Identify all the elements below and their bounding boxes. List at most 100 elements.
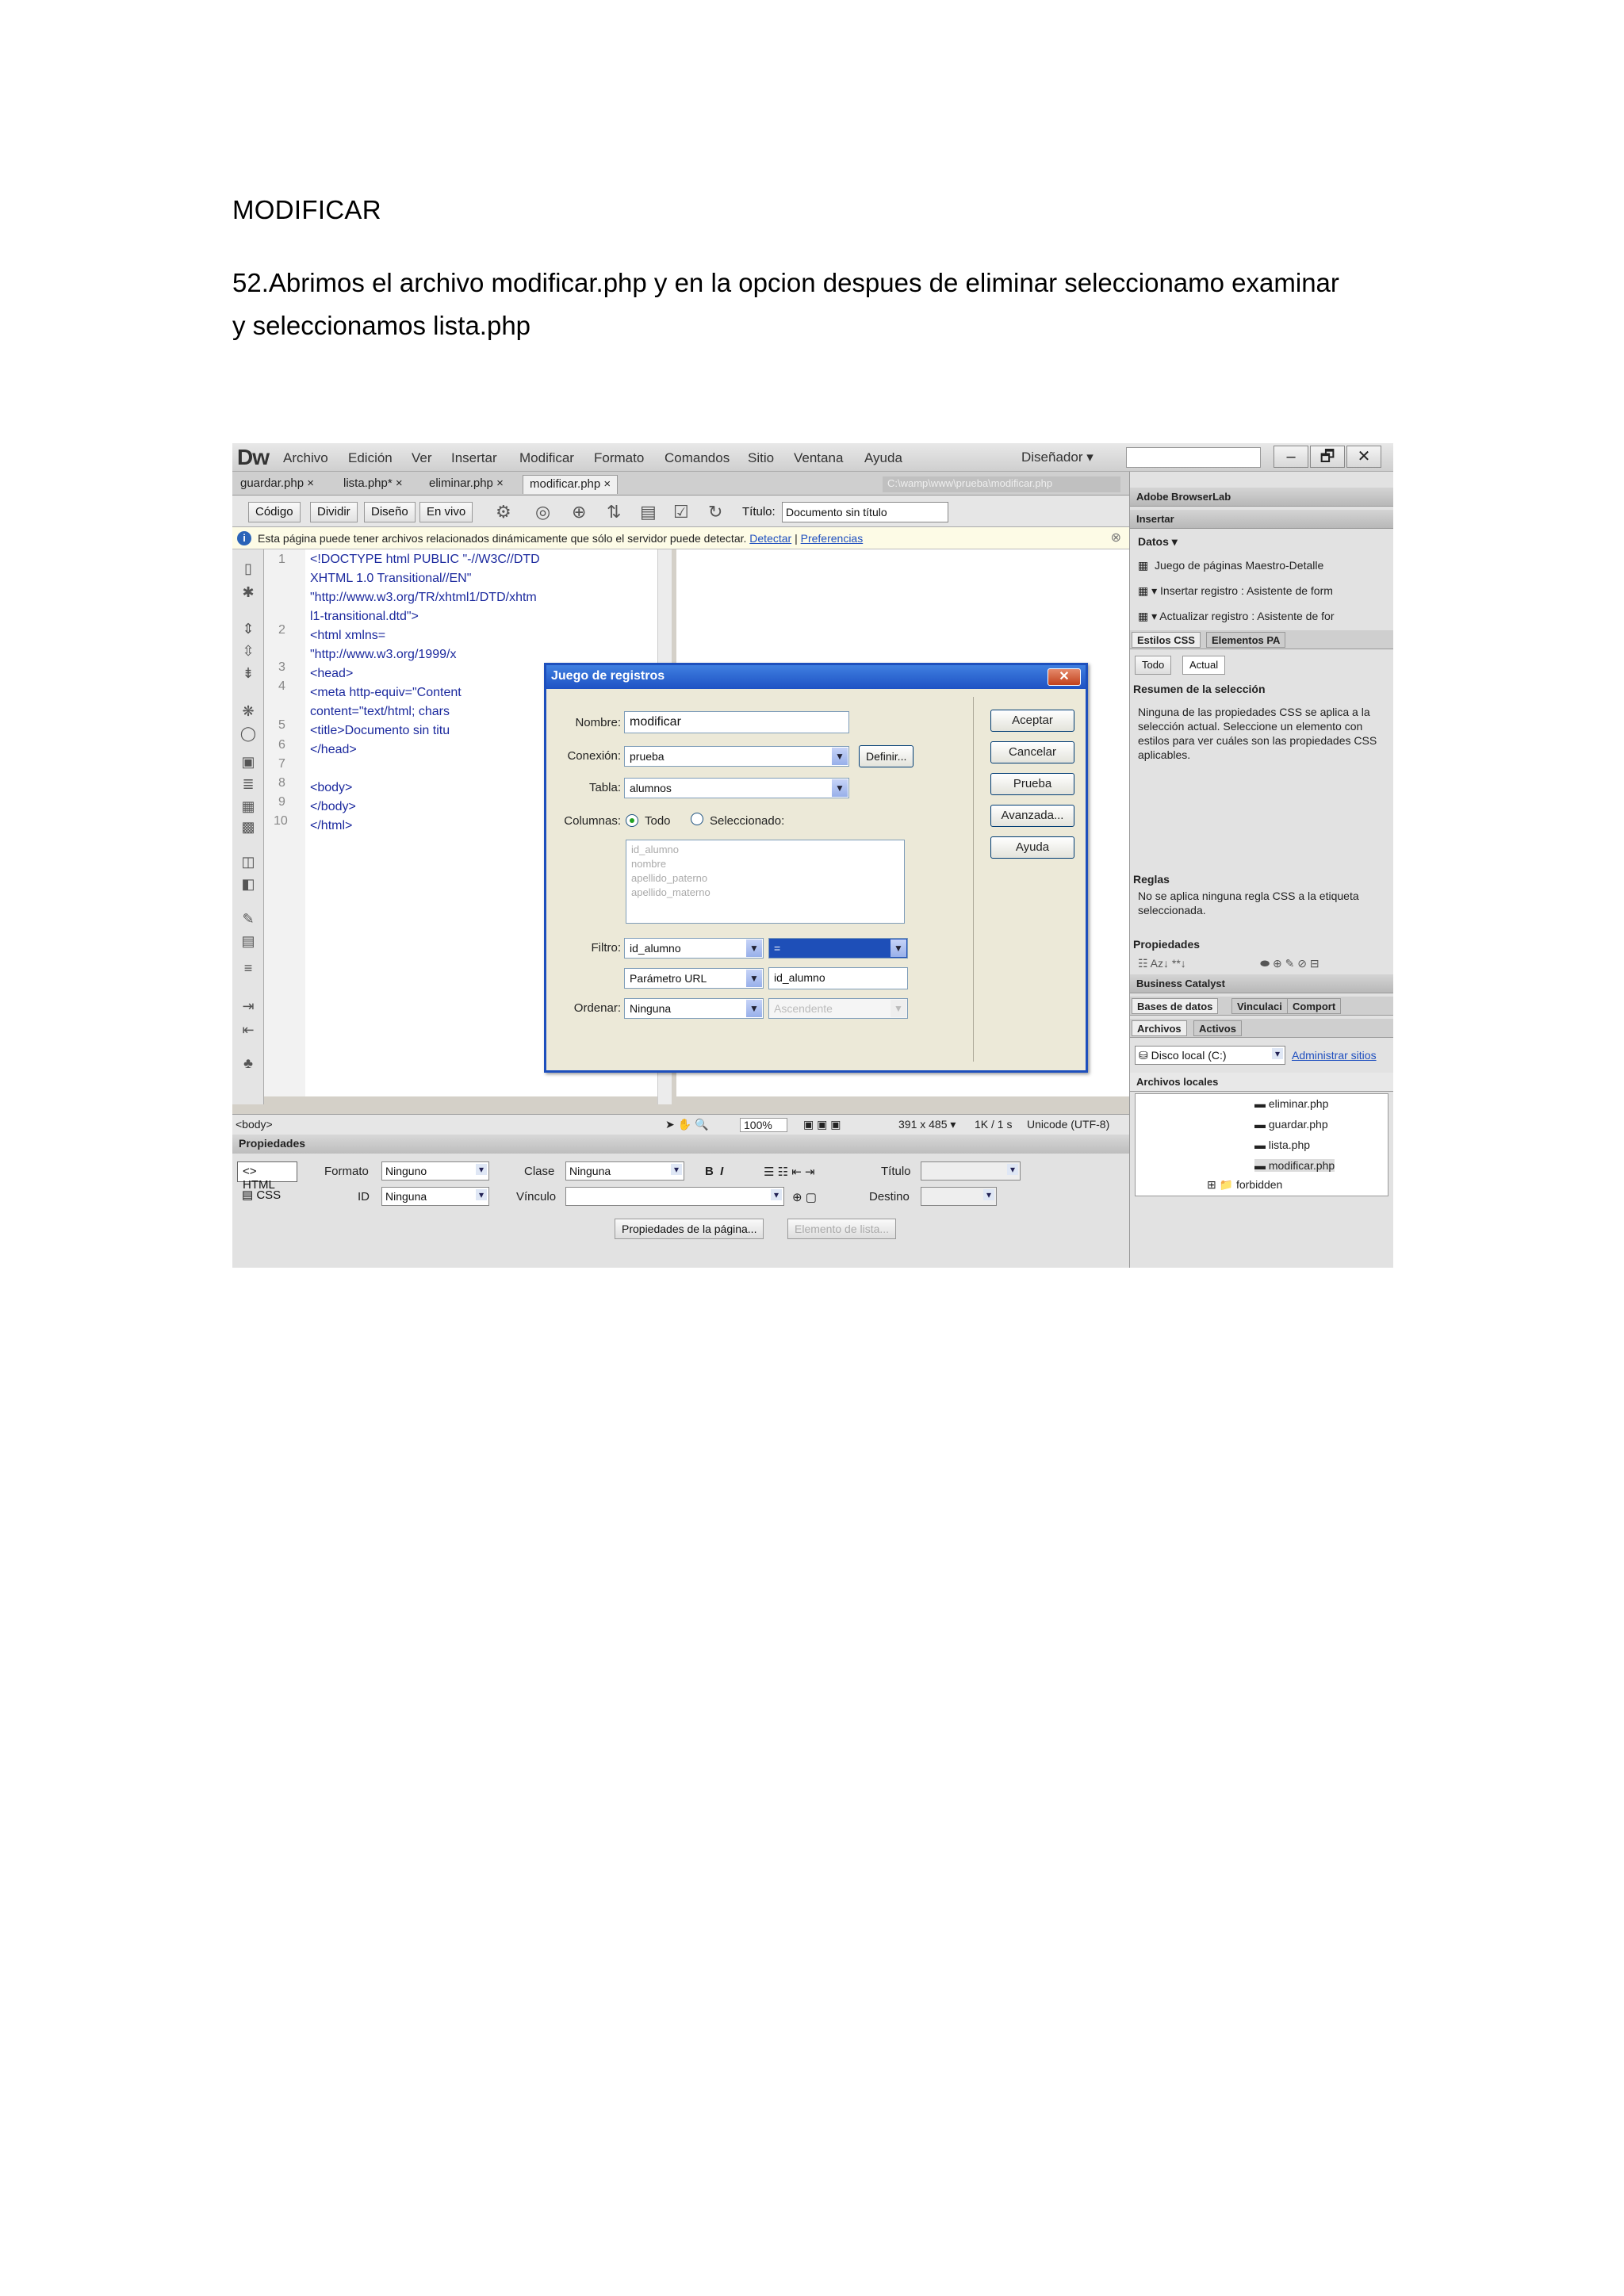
info-syntax-icon[interactable]: ▩ — [239, 819, 258, 836]
point-to-file-icon[interactable]: ⊕ ▢ — [792, 1190, 817, 1204]
tab-close-icon[interactable]: × — [603, 477, 611, 491]
indent-icon[interactable]: ⇥ — [239, 998, 258, 1016]
tab-css-styles[interactable]: Estilos CSS — [1132, 632, 1201, 648]
collapse-selection-icon[interactable]: ⇕ — [239, 621, 258, 638]
wrap-tag-icon[interactable]: ✎ — [239, 911, 258, 928]
tab-ap-elements[interactable]: Elementos PA — [1206, 632, 1286, 648]
menu-modificar[interactable]: Modificar — [519, 450, 574, 466]
split-view-button[interactable]: Dividir — [310, 502, 358, 522]
tab-modificar[interactable]: modificar.php × — [523, 475, 619, 494]
search-input[interactable] — [1126, 447, 1261, 468]
live-code-icon[interactable]: ⚙ — [496, 502, 511, 522]
line-numbers-icon[interactable]: ◯ — [239, 725, 258, 743]
detect-link[interactable]: Detectar — [749, 532, 791, 545]
select-parent-icon[interactable]: ⇟ — [239, 665, 258, 683]
cancel-button[interactable]: Cancelar — [990, 741, 1074, 763]
name-input[interactable]: modificar — [624, 711, 849, 733]
columns-list[interactable]: id_alumno nombre apellido_paterno apelli… — [626, 840, 905, 924]
sort-direction-select[interactable]: Ascendente ▼ — [768, 998, 908, 1019]
ok-button[interactable]: Aceptar — [990, 710, 1074, 732]
page-properties-button[interactable]: Propiedades de la página... — [615, 1219, 764, 1239]
live-view-button[interactable]: En vivo — [419, 502, 473, 522]
site-select[interactable]: ⛁ Disco local (C:) — [1135, 1046, 1285, 1065]
bold-button[interactable]: B I — [705, 1165, 723, 1178]
insert-category[interactable]: Datos ▾ — [1138, 535, 1178, 549]
menu-ayuda[interactable]: Ayuda — [864, 450, 902, 466]
sort-select[interactable]: Ninguna ▼ — [624, 998, 764, 1019]
list-item-button[interactable]: Elemento de lista... — [787, 1219, 897, 1239]
tab-files[interactable]: Archivos — [1132, 1020, 1187, 1036]
design-view-button[interactable]: Diseño — [364, 502, 416, 522]
all-button[interactable]: Todo — [1135, 656, 1172, 675]
preferences-link[interactable]: Preferencias — [801, 532, 864, 545]
file-item[interactable]: ▬ lista.php — [1254, 1138, 1310, 1151]
parameter-value-input[interactable]: id_alumno — [768, 967, 908, 989]
word-wrap-icon[interactable]: ≣ — [239, 776, 258, 794]
file-item[interactable]: ▬ guardar.php — [1254, 1118, 1328, 1131]
class-select[interactable]: Ninguna — [565, 1161, 684, 1181]
css-mode-button[interactable]: ▤ CSS — [237, 1185, 297, 1206]
collapse-tag-icon[interactable]: ✱ — [239, 584, 258, 602]
tag-selector[interactable]: <body> — [236, 1118, 273, 1131]
parameter-type-select[interactable]: Parámetro URL ▼ — [624, 968, 764, 989]
radio-selected-columns[interactable] — [691, 813, 703, 825]
menu-insertar[interactable]: Insertar — [451, 450, 497, 466]
current-button[interactable]: Actual — [1182, 656, 1226, 675]
workspace-switcher[interactable]: Diseñador ▾ — [1021, 450, 1094, 465]
file-item[interactable]: ▬ eliminar.php — [1254, 1097, 1328, 1110]
tab-assets[interactable]: Activos — [1193, 1020, 1242, 1036]
tab-bindings[interactable]: Vinculaci — [1231, 998, 1288, 1014]
tab-behaviors[interactable]: Comport — [1287, 998, 1342, 1014]
filter-column-select[interactable]: id_alumno ▼ — [624, 938, 764, 959]
tab-close-icon[interactable]: × — [496, 476, 504, 490]
radio-all-columns[interactable] — [626, 814, 638, 827]
dialog-close-button[interactable]: ✕ — [1048, 668, 1081, 686]
code-view-button[interactable]: Código — [248, 502, 301, 522]
recent-snippets-icon[interactable]: ▤ — [239, 933, 258, 951]
list-buttons[interactable]: ☰ ☷ ⇤ ⇥ — [764, 1165, 815, 1179]
insert-record-item[interactable]: ▦ ▾ Insertar registro : Asistente de for… — [1138, 584, 1333, 598]
validate-icon[interactable]: ☑ — [673, 502, 689, 522]
syntax-error-icon[interactable]: ▦ — [239, 798, 258, 816]
visual-aids-icon[interactable]: ▤ — [640, 502, 657, 522]
minimize-button[interactable]: – — [1274, 446, 1308, 468]
advanced-button[interactable]: Avanzada... — [990, 805, 1074, 827]
document-title-input[interactable]: Documento sin título — [782, 502, 948, 522]
window-size-icons[interactable]: ▣ ▣ ▣ — [803, 1118, 841, 1131]
menu-formato[interactable]: Formato — [594, 450, 644, 466]
menu-edicion[interactable]: Edición — [348, 450, 393, 466]
menu-comandos[interactable]: Comandos — [665, 450, 730, 466]
html-mode-button[interactable]: <> HTML — [237, 1161, 297, 1192]
tab-lista[interactable]: lista.php* × — [337, 475, 409, 494]
select-tool-icon[interactable]: ➤ ✋ 🔍 — [665, 1118, 708, 1131]
window-size[interactable]: 391 x 485 ▾ — [898, 1118, 956, 1131]
table-select[interactable]: alumnos ▼ — [624, 778, 849, 798]
tab-close-icon[interactable]: × — [396, 476, 403, 490]
test-button[interactable]: Prueba — [990, 773, 1074, 795]
menu-ventana[interactable]: Ventana — [794, 450, 843, 466]
outdent-icon[interactable]: ⇤ — [239, 1022, 258, 1039]
link-input[interactable] — [565, 1187, 784, 1206]
filter-operator-select[interactable]: = ▼ — [768, 938, 908, 959]
inspect-icon[interactable]: ◎ — [535, 502, 550, 522]
refresh-icon[interactable]: ↻ — [708, 502, 722, 522]
file-management-icon[interactable]: ⇅ — [607, 502, 621, 522]
tab-eliminar[interactable]: eliminar.php × — [423, 475, 510, 494]
format-select[interactable]: Ninguno — [381, 1161, 489, 1181]
close-infobar-icon[interactable]: ⊗ — [1111, 530, 1121, 545]
browserlab-panel[interactable]: Adobe BrowserLab — [1130, 488, 1393, 507]
tab-close-icon[interactable]: × — [307, 476, 314, 490]
tab-guardar[interactable]: guardar.php × — [234, 475, 320, 494]
move-css-icon[interactable]: ≡ — [239, 960, 258, 978]
expand-all-icon[interactable]: ⇳ — [239, 643, 258, 660]
file-item-selected[interactable]: ▬ modificar.php — [1254, 1159, 1335, 1172]
close-window-button[interactable]: ✕ — [1346, 446, 1381, 468]
define-button[interactable]: Definir... — [859, 745, 914, 767]
restore-button[interactable]: 🗗 — [1310, 446, 1345, 468]
apply-comment-icon[interactable]: ◫ — [239, 854, 258, 871]
help-button[interactable]: Ayuda — [990, 836, 1074, 859]
menu-sitio[interactable]: Sitio — [748, 450, 774, 466]
insert-panel[interactable]: Insertar — [1130, 510, 1393, 529]
format-source-icon[interactable]: ♣ — [239, 1055, 258, 1073]
manage-sites-link[interactable]: Administrar sitios — [1292, 1049, 1377, 1062]
